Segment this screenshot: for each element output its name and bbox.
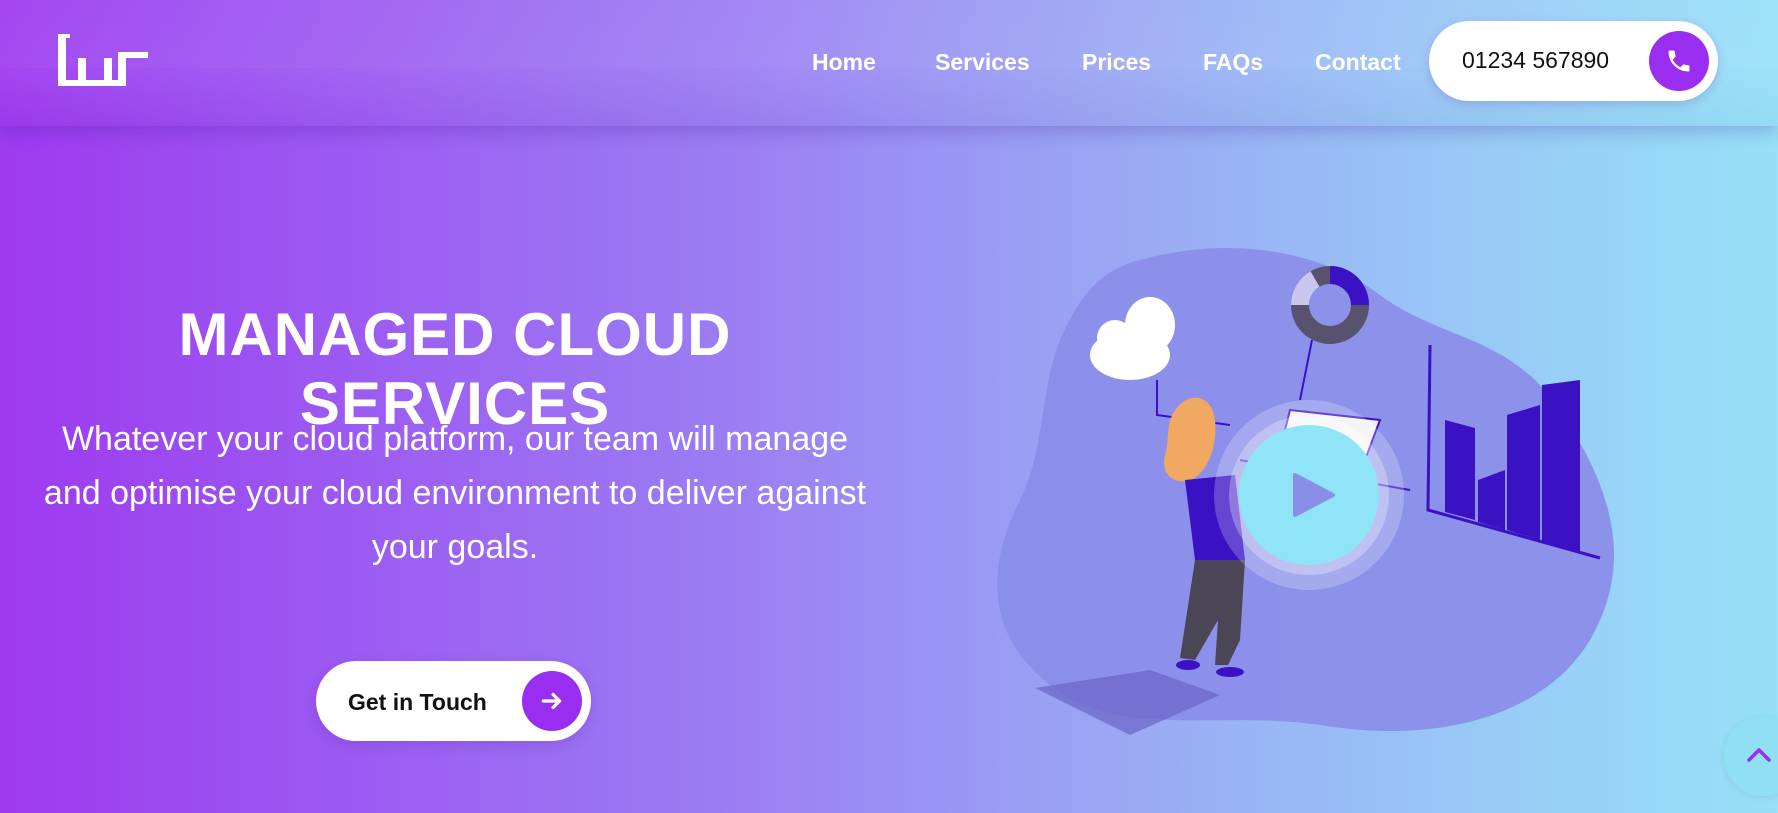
nav-services[interactable]: Services <box>935 49 1030 76</box>
play-ring <box>1229 415 1389 575</box>
phone-number[interactable]: 01234 567890 <box>1462 47 1609 74</box>
play-core <box>1239 425 1379 565</box>
phone-icon[interactable] <box>1649 31 1709 91</box>
nav-prices[interactable]: Prices <box>1082 49 1151 76</box>
play-icon <box>1293 473 1335 517</box>
brand-logo[interactable] <box>56 32 150 88</box>
nav-faqs[interactable]: FAQs <box>1203 49 1263 76</box>
nav-contact[interactable]: Contact <box>1315 49 1401 76</box>
video-play-button[interactable] <box>1214 400 1404 590</box>
nav-home[interactable]: Home <box>812 49 876 76</box>
get-in-touch-label: Get in Touch <box>348 689 487 715</box>
chevron-up-icon <box>1747 748 1771 762</box>
phone-pill[interactable]: 01234 567890 <box>1429 21 1718 101</box>
get-in-touch-button[interactable]: Get in Touch <box>316 661 591 741</box>
hero-subtitle: Whatever your cloud platform, our team w… <box>43 420 867 566</box>
arrow-right-icon <box>522 671 582 731</box>
page: Home Services Prices FAQs Contact 01234 … <box>0 0 1778 813</box>
site-header: Home Services Prices FAQs Contact 01234 … <box>0 0 1778 126</box>
scroll-to-top-button[interactable] <box>1724 716 1778 796</box>
